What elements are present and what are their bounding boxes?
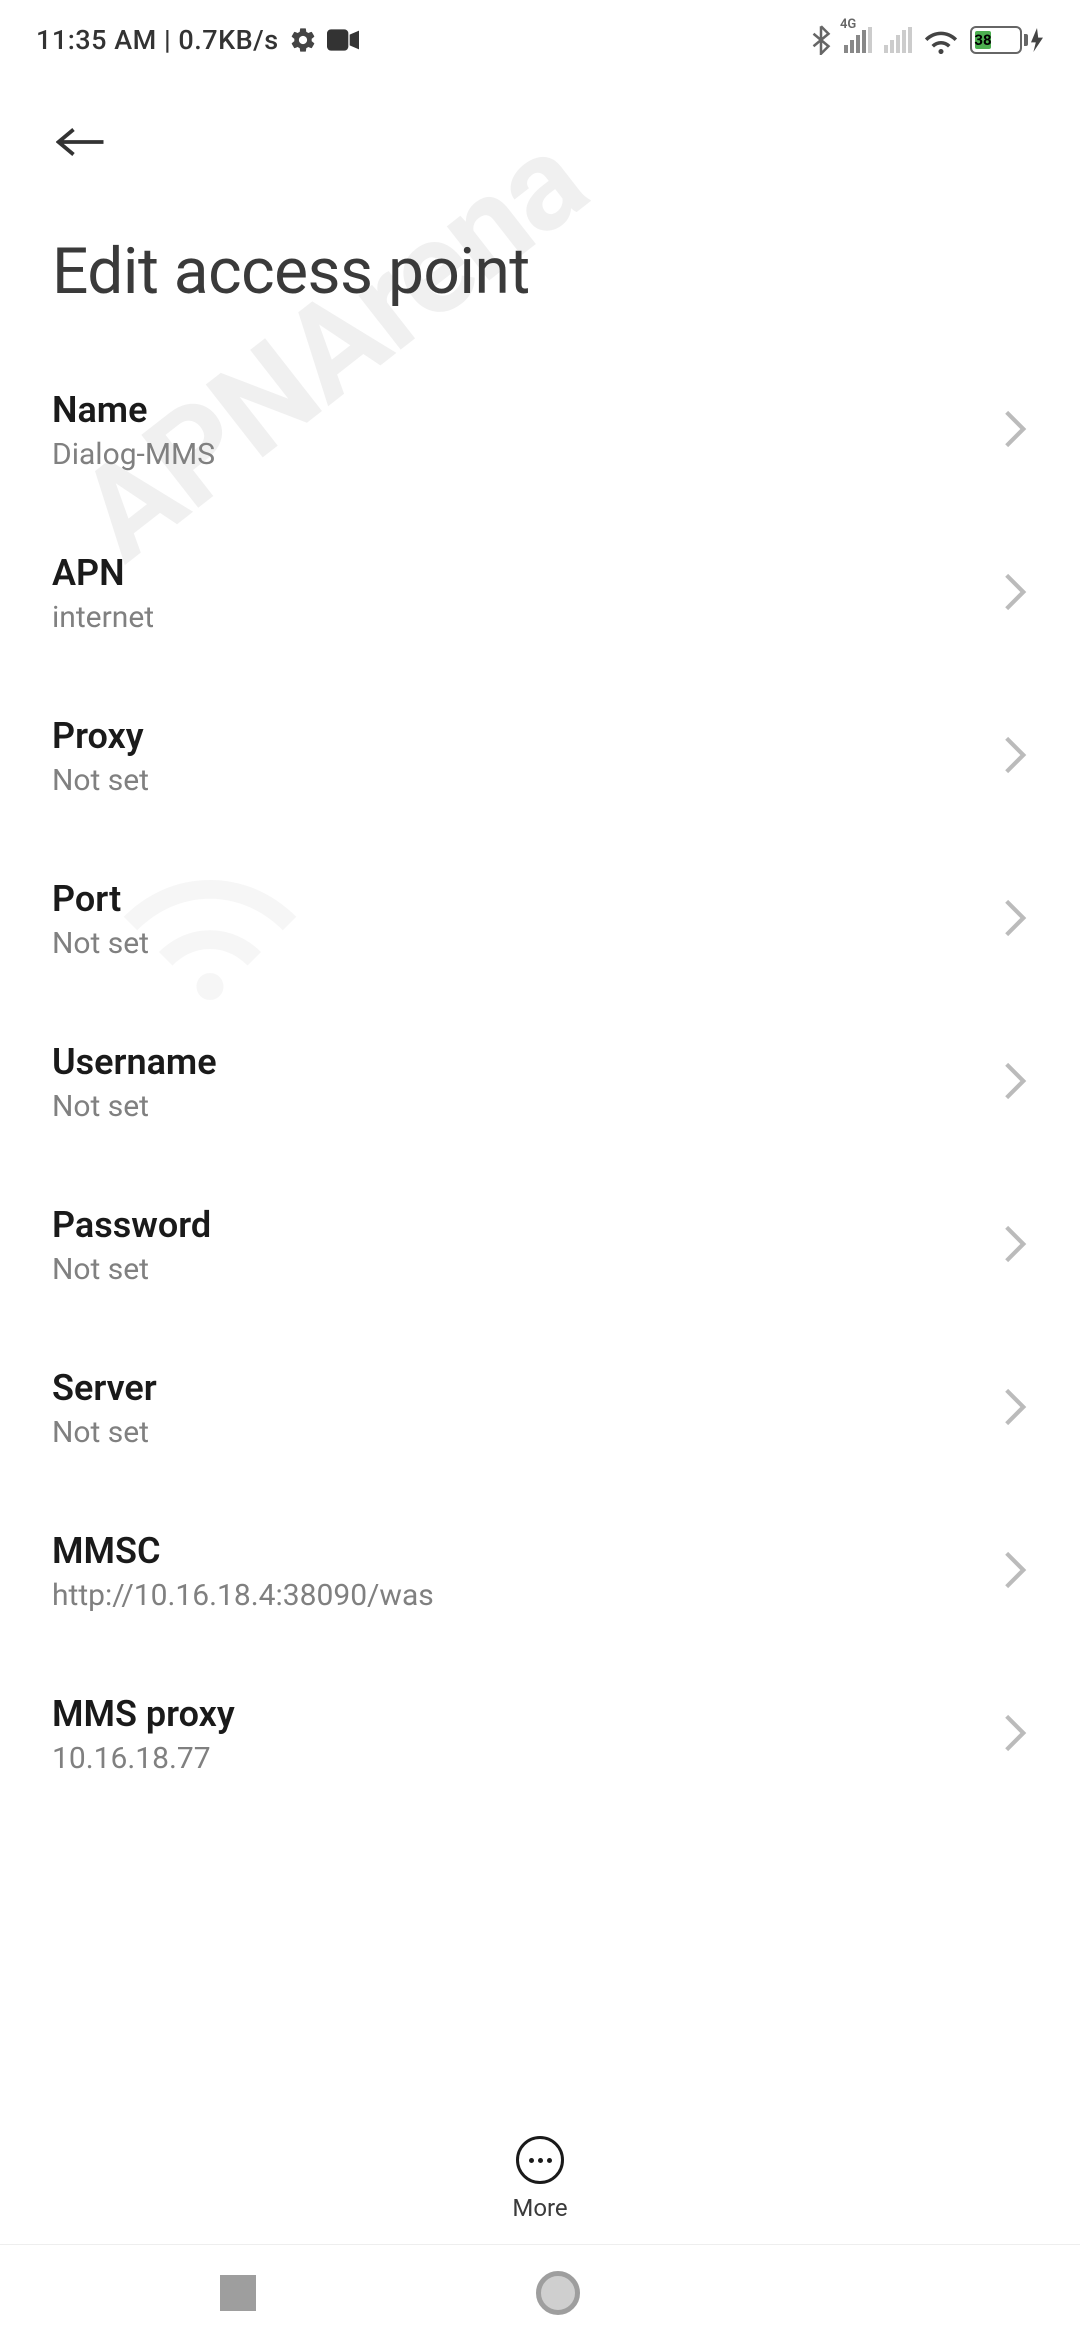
setting-label: APN (52, 552, 1002, 594)
chevron-right-icon (1002, 1061, 1028, 1105)
status-left: 11:35 AM | 0.7KB/s (36, 24, 359, 56)
chevron-right-icon (1002, 735, 1028, 779)
setting-label: Name (52, 389, 1002, 431)
chevron-right-icon (1002, 409, 1028, 453)
setting-password[interactable]: Password Not set (16, 1164, 1064, 1327)
setting-value: Not set (52, 763, 1002, 798)
setting-value: internet (52, 600, 1002, 635)
setting-label: Port (52, 878, 1002, 920)
signal-sim1: 4G (844, 27, 872, 53)
setting-value: Not set (52, 1415, 1002, 1450)
battery-indicator: 38 (970, 26, 1044, 54)
setting-label: Password (52, 1204, 1002, 1246)
setting-label: MMSC (52, 1530, 1002, 1572)
chevron-right-icon (1002, 572, 1028, 616)
navigation-bar (0, 2244, 1080, 2340)
gear-icon (289, 26, 317, 54)
page-title: Edit access point (0, 182, 1080, 349)
setting-port[interactable]: Port Not set (16, 838, 1064, 1001)
setting-apn[interactable]: APN internet (16, 512, 1064, 675)
bottom-action-bar: More (0, 2114, 1080, 2244)
setting-mmsc[interactable]: MMSC http://10.16.18.4:38090/was (16, 1490, 1064, 1653)
setting-name[interactable]: Name Dialog-MMS (16, 349, 1064, 512)
nav-recents-button[interactable] (220, 2275, 256, 2311)
setting-label: MMS proxy (52, 1693, 1002, 1735)
wifi-icon (924, 26, 958, 54)
setting-value: Not set (52, 1089, 1002, 1124)
setting-label: Proxy (52, 715, 1002, 757)
chevron-right-icon (1002, 1387, 1028, 1431)
setting-server[interactable]: Server Not set (16, 1327, 1064, 1490)
status-right: 4G 38 (810, 25, 1044, 55)
setting-value: Not set (52, 926, 1002, 961)
back-button[interactable] (36, 102, 116, 182)
setting-username[interactable]: Username Not set (16, 1001, 1064, 1164)
chevron-right-icon (1002, 898, 1028, 942)
header (0, 66, 1080, 182)
bluetooth-icon (810, 25, 832, 55)
video-icon (327, 28, 359, 52)
battery-percent: 38 (975, 31, 991, 49)
setting-label: Username (52, 1041, 1002, 1083)
setting-proxy[interactable]: Proxy Not set (16, 675, 1064, 838)
fade-gradient (0, 2074, 1080, 2114)
more-button[interactable]: More (512, 2136, 567, 2222)
setting-value: Not set (52, 1252, 1002, 1287)
status-bar: 11:35 AM | 0.7KB/s 4G (0, 0, 1080, 66)
nav-home-button[interactable] (536, 2271, 580, 2315)
setting-value: Dialog-MMS (52, 437, 1002, 472)
chevron-right-icon (1002, 1224, 1028, 1268)
setting-value: 10.16.18.77 (52, 1741, 1002, 1776)
status-time: 11:35 AM | 0.7KB/s (36, 24, 279, 56)
settings-list: Name Dialog-MMS APN internet Proxy Not s… (0, 349, 1080, 1816)
more-icon (516, 2136, 564, 2184)
charging-icon (1030, 28, 1044, 52)
setting-label: Server (52, 1367, 1002, 1409)
signal-sim2 (884, 27, 912, 53)
network-label: 4G (840, 17, 856, 32)
chevron-right-icon (1002, 1550, 1028, 1594)
more-label: More (512, 2194, 567, 2222)
chevron-right-icon (1002, 1713, 1028, 1757)
setting-mms-proxy[interactable]: MMS proxy 10.16.18.77 (16, 1653, 1064, 1816)
setting-value: http://10.16.18.4:38090/was (52, 1578, 1002, 1613)
